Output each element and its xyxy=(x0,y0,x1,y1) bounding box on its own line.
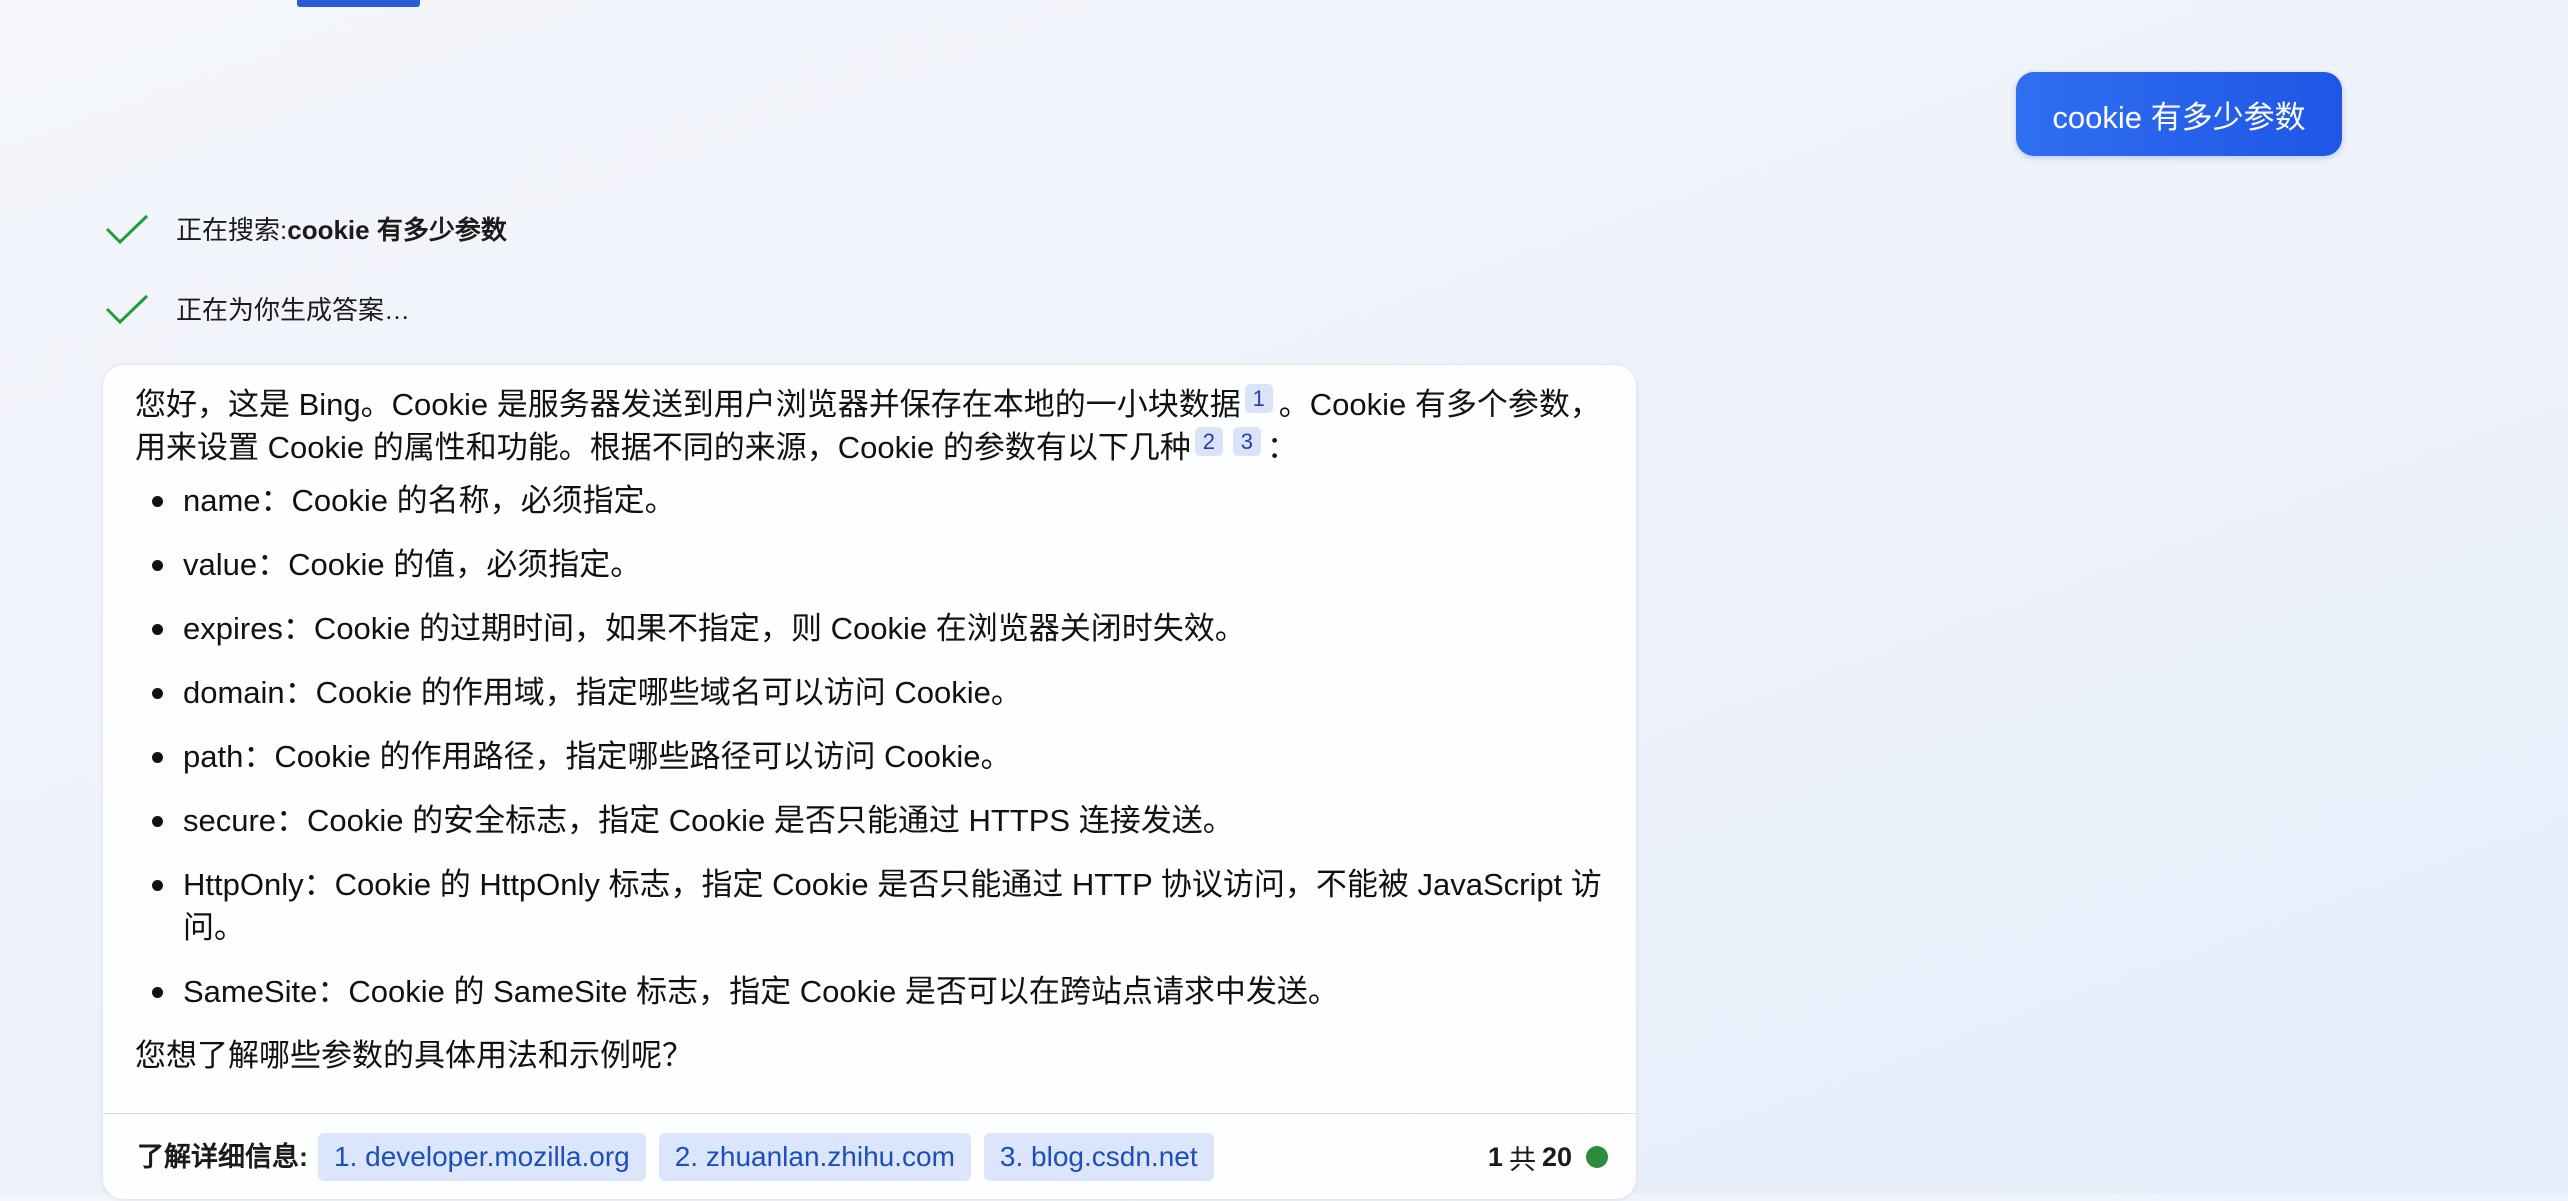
list-item-text: HttpOnly：Cookie 的 HttpOnly 标志，指定 Cookie … xyxy=(183,867,1602,945)
active-tab-indicator xyxy=(297,0,420,7)
search-progress-row: 正在搜索: cookie 有多少参数 xyxy=(104,210,507,247)
list-item: secure：Cookie 的安全标志，指定 Cookie 是否只能通过 HTT… xyxy=(135,799,1606,842)
search-query: cookie 有多少参数 xyxy=(287,215,507,245)
bullet-icon xyxy=(152,496,163,507)
answer-card: 您好，这是 Bing。Cookie 是服务器发送到用户浏览器并保存在本地的一小块… xyxy=(102,364,1637,1200)
bullet-icon xyxy=(152,688,163,699)
turn-current: 1 xyxy=(1487,1141,1503,1172)
parameter-list: name：Cookie 的名称，必须指定。 value：Cookie 的值，必须… xyxy=(135,479,1606,1013)
list-item-text: name：Cookie 的名称，必须指定。 xyxy=(183,483,676,518)
checkmark-icon xyxy=(105,294,149,324)
list-item: SameSite：Cookie 的 SameSite 标志，指定 Cookie … xyxy=(135,970,1606,1013)
sources-footer: 了解详细信息: 1. developer.mozilla.org 2. zhua… xyxy=(103,1113,1636,1201)
citation-2[interactable]: 2 xyxy=(1194,427,1223,456)
source-link-mozilla[interactable]: 1. developer.mozilla.org xyxy=(318,1133,646,1181)
answer-outro: 您想了解哪些参数的具体用法和示例呢？ xyxy=(135,1038,693,1073)
user-message-bubble: cookie 有多少参数 xyxy=(2016,72,2342,156)
list-item-text: value：Cookie 的值，必须指定。 xyxy=(183,547,642,582)
answer-intro: 您好，这是 Bing。Cookie 是服务器发送到用户浏览器并保存在本地的一小块… xyxy=(135,383,1606,469)
bullet-icon xyxy=(152,752,163,763)
list-item: domain：Cookie 的作用域，指定哪些域名可以访问 Cookie。 xyxy=(135,671,1606,714)
search-progress-prefix: 正在搜索: xyxy=(176,215,288,245)
bullet-icon xyxy=(152,987,163,998)
list-item-text: secure：Cookie 的安全标志，指定 Cookie 是否只能通过 HTT… xyxy=(183,803,1234,838)
citation-1[interactable]: 1 xyxy=(1244,384,1273,413)
list-item: value：Cookie 的值，必须指定。 xyxy=(135,543,1606,586)
source-link-zhihu[interactable]: 2. zhuanlan.zhihu.com xyxy=(658,1133,971,1181)
source-link-csdn[interactable]: 3. blog.csdn.net xyxy=(983,1133,1214,1181)
list-item: path：Cookie 的作用路径，指定哪些路径可以访问 Cookie。 xyxy=(135,735,1606,778)
list-item: expires：Cookie 的过期时间，如果不指定，则 Cookie 在浏览器… xyxy=(135,607,1606,650)
intro-text-3: ： xyxy=(1266,430,1298,465)
generating-progress-row: 正在为你生成答案… xyxy=(104,290,410,327)
citation-3[interactable]: 3 xyxy=(1232,427,1261,456)
bullet-icon xyxy=(152,880,163,891)
generating-progress-text: 正在为你生成答案… xyxy=(176,295,411,325)
list-item-text: expires：Cookie 的过期时间，如果不指定，则 Cookie 在浏览器… xyxy=(183,611,1246,646)
user-message-text: cookie 有多少参数 xyxy=(2052,99,2306,135)
bullet-icon xyxy=(152,816,163,827)
bullet-icon xyxy=(152,560,163,571)
list-item: name：Cookie 的名称，必须指定。 xyxy=(135,479,1606,522)
list-item-text: domain：Cookie 的作用域，指定哪些域名可以访问 Cookie。 xyxy=(183,675,1022,710)
intro-text-1: 您好，这是 Bing。Cookie 是服务器发送到用户浏览器并保存在本地的一小块… xyxy=(135,387,1241,422)
list-item-text: path：Cookie 的作用路径，指定哪些路径可以访问 Cookie。 xyxy=(183,739,1012,774)
learn-more-label: 了解详细信息: xyxy=(137,1142,308,1172)
status-dot-icon xyxy=(1586,1146,1608,1168)
turn-separator: 共 xyxy=(1508,1144,1536,1175)
list-item: HttpOnly：Cookie 的 HttpOnly 标志，指定 Cookie … xyxy=(135,863,1606,949)
turn-counter: 1 共 20 xyxy=(1488,1133,1608,1181)
turn-total: 20 xyxy=(1541,1141,1572,1172)
answer-body: 您好，这是 Bing。Cookie 是服务器发送到用户浏览器并保存在本地的一小块… xyxy=(103,365,1636,1077)
checkmark-icon xyxy=(105,214,149,244)
bullet-icon xyxy=(152,624,163,635)
list-item-text: SameSite：Cookie 的 SameSite 标志，指定 Cookie … xyxy=(183,974,1339,1009)
